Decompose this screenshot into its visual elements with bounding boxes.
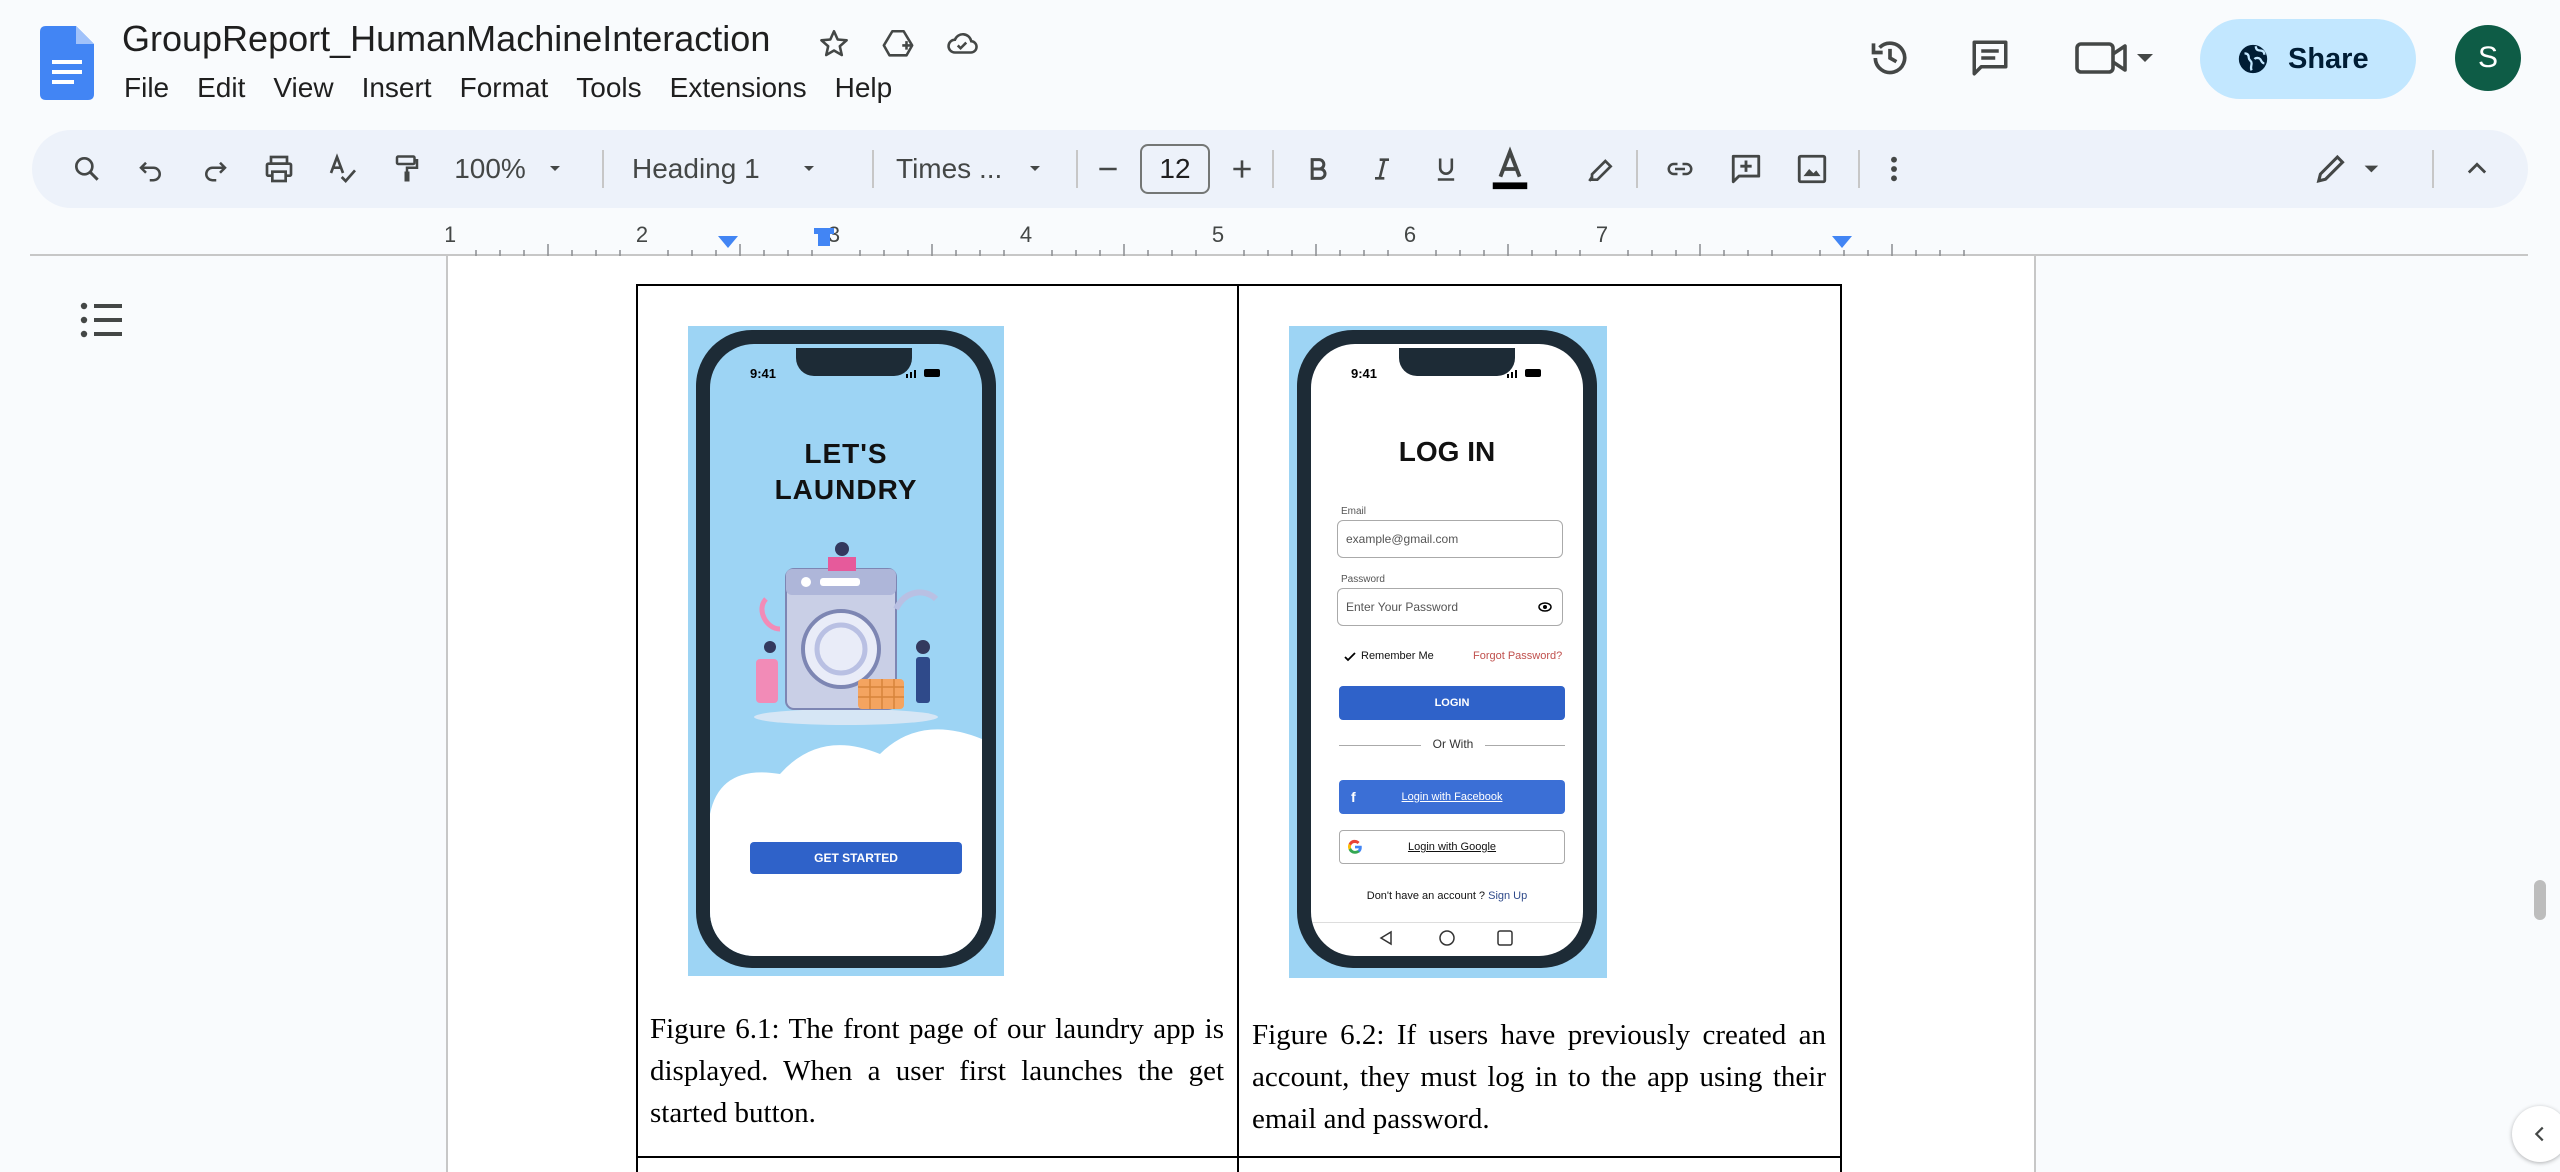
menu-insert[interactable]: Insert (348, 68, 446, 108)
or-with-label: Or With (1421, 737, 1485, 751)
paragraph-style-select[interactable]: Heading 1 (632, 130, 862, 208)
highlight-color-icon[interactable] (1576, 130, 1624, 208)
facebook-icon: f (1351, 789, 1356, 805)
editing-mode-icon[interactable] (2306, 130, 2396, 208)
google-icon (1347, 839, 1362, 854)
chevron-left-icon (2534, 1126, 2544, 1142)
bold-icon[interactable] (1294, 130, 1342, 208)
document-title[interactable]: GroupReport_HumanMachineInteraction (122, 18, 770, 60)
sign-up-link: Sign Up (1488, 890, 1528, 902)
underline-icon[interactable] (1422, 130, 1470, 208)
document-outline-icon[interactable] (78, 300, 126, 340)
ruler-label: 5 (1212, 222, 1224, 247)
more-options-icon[interactable] (1874, 130, 1914, 208)
star-icon[interactable] (812, 22, 856, 66)
insert-image-icon[interactable] (1782, 130, 1842, 208)
paragraph-style-value: Heading 1 (632, 153, 760, 184)
version-history-icon[interactable] (1862, 22, 1918, 94)
undo-icon[interactable] (126, 130, 176, 208)
password-placeholder: Enter Your Password (1346, 600, 1459, 614)
figure-6-1-caption[interactable]: Figure 6.1: The front page of our laundr… (650, 1008, 1224, 1134)
docs-logo-icon[interactable] (40, 26, 94, 100)
facebook-login-button: f Login with Facebook (1339, 780, 1565, 814)
figure-6-1-image[interactable]: 9:41 LET'S LAUNDRY GET STARTED (688, 326, 1004, 976)
login-heading: LOG IN (1398, 436, 1496, 467)
chevron-down-icon (1030, 166, 1041, 171)
text-color-icon[interactable] (1480, 130, 1540, 208)
redo-icon[interactable] (190, 130, 240, 208)
font-family-value: Times ... (896, 153, 1003, 184)
status-icons (1507, 368, 1545, 378)
insert-link-icon[interactable] (1650, 130, 1710, 208)
menu-tools[interactable]: Tools (562, 68, 655, 108)
email-field: example@gmail.com (1337, 520, 1563, 558)
password-field: Enter Your Password (1337, 588, 1563, 626)
globe-icon (2238, 44, 2268, 74)
ruler-label: 1 (446, 222, 456, 247)
vertical-scrollbar-thumb[interactable] (2534, 880, 2546, 920)
zoom-select[interactable]: 100% (452, 130, 572, 208)
google-login-label: Login with Google (1407, 841, 1497, 853)
google-login-button: Login with Google (1339, 830, 1565, 864)
print-icon[interactable] (254, 130, 304, 208)
search-menus-icon[interactable] (62, 130, 112, 208)
italic-icon[interactable] (1358, 130, 1406, 208)
figure-6-2-image[interactable]: 9:41 LOG IN Email example@gmail.com Pass… (1289, 326, 1607, 978)
table-row-divider (636, 1156, 1842, 1158)
left-indent-marker[interactable] (718, 236, 738, 248)
password-label: Password (1341, 574, 1385, 585)
figure-6-2-caption[interactable]: Figure 6.2: If users have previously cre… (1252, 1014, 1826, 1140)
formatting-toolbar: 100% Heading 1 Times ... 12 (32, 130, 2528, 208)
menu-extensions[interactable]: Extensions (656, 68, 821, 108)
checkmark-icon (1344, 652, 1356, 662)
login-button: LOGIN (1339, 686, 1565, 720)
facebook-login-label: Login with Facebook (1401, 791, 1503, 803)
decrease-font-size-icon[interactable] (1086, 130, 1130, 208)
paint-format-icon[interactable] (382, 130, 432, 208)
menu-view[interactable]: View (259, 68, 347, 108)
font-size-input[interactable]: 12 (1140, 144, 1210, 194)
share-button[interactable]: Share (2200, 19, 2416, 99)
right-indent-marker[interactable] (1832, 236, 1852, 248)
phone-heading-line2: LAUNDRY (774, 474, 918, 505)
side-panel-toggle[interactable] (2512, 1106, 2560, 1162)
ruler-label: 2 (636, 222, 648, 247)
remember-me-label: Remember Me (1361, 650, 1434, 662)
menu-format[interactable]: Format (446, 68, 563, 108)
menu-help[interactable]: Help (821, 68, 907, 108)
share-label: Share (2288, 42, 2369, 75)
chevron-down-icon (803, 166, 814, 171)
add-comment-icon[interactable] (1716, 130, 1776, 208)
washing-machine-illustration (754, 542, 939, 725)
forgot-password-link: Forgot Password? (1473, 650, 1563, 662)
hide-menus-chevron-up-icon[interactable] (2452, 130, 2502, 208)
phone-heading-line1: LET'S (804, 438, 888, 469)
ruler-label: 7 (1596, 222, 1608, 247)
chevron-down-icon (549, 166, 560, 171)
menu-edit[interactable]: Edit (183, 68, 259, 108)
ruler-label: 6 (1404, 222, 1416, 247)
status-time: 9:41 (1351, 366, 1378, 381)
get-started-button: GET STARTED (750, 842, 962, 874)
email-label: Email (1341, 506, 1367, 517)
no-account-text: Don't have an account ? (1366, 890, 1486, 902)
comments-icon[interactable] (1962, 22, 2018, 94)
meet-call-icon[interactable] (2070, 22, 2160, 94)
zoom-value: 100% (454, 153, 526, 184)
status-icons (906, 368, 944, 378)
table-column-divider (1237, 284, 1239, 1172)
move-to-drive-icon[interactable] (876, 22, 920, 66)
cloud-saved-icon[interactable] (940, 22, 984, 66)
eye-icon (1538, 602, 1552, 612)
increase-font-size-icon[interactable] (1220, 130, 1264, 208)
android-nav-bar (1379, 930, 1513, 946)
avatar[interactable]: S (2455, 25, 2521, 91)
spellcheck-icon[interactable] (318, 130, 368, 208)
ruler-label: 4 (1020, 222, 1032, 247)
font-family-select[interactable]: Times ... (896, 130, 1096, 208)
menu-file[interactable]: File (110, 68, 183, 108)
status-time: 9:41 (750, 366, 777, 381)
sign-up-prompt: Don't have an account ? Sign Up (1311, 890, 1583, 902)
horizontal-ruler[interactable]: 1234567 (446, 214, 2036, 258)
